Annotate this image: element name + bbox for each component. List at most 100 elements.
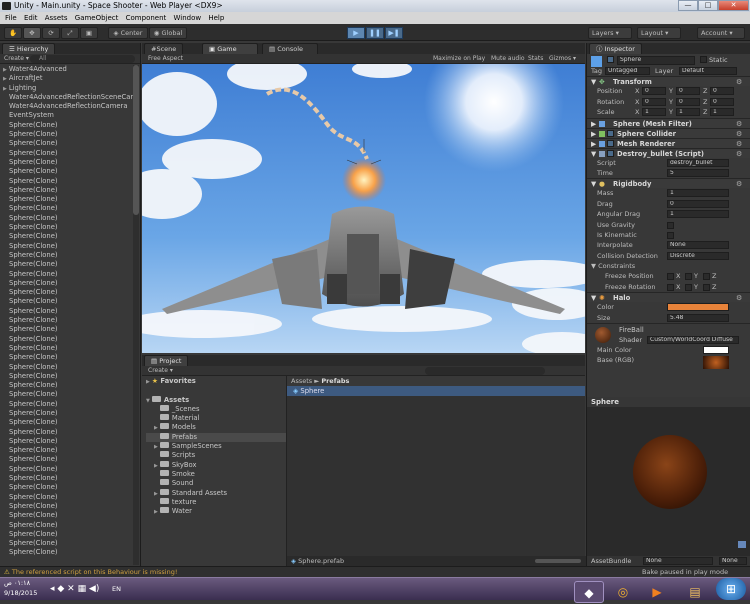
transform-z-input[interactable]: 1 — [710, 108, 734, 117]
folder-item[interactable]: ▶ SampleScenes — [146, 442, 286, 451]
icon-size-slider[interactable] — [535, 559, 581, 563]
folder-item[interactable]: ▶texture — [146, 497, 286, 507]
gizmos-dropdown[interactable]: Gizmos ▾ — [549, 54, 576, 64]
drag-input[interactable]: 0 — [667, 199, 729, 208]
menu-assets[interactable]: Assets — [45, 14, 68, 22]
hierarchy-item-clone[interactable]: Sphere(Clone) — [0, 511, 140, 520]
shader-dropdown[interactable]: Custom/WorldCoord Diffuse — [647, 336, 739, 345]
folder-item[interactable]: ▶_Scenes — [146, 404, 286, 414]
folder-item[interactable]: ▶ Water — [146, 507, 286, 516]
rotate-tool-icon[interactable]: ⟳ — [42, 27, 60, 39]
layers-dropdown[interactable]: Layers ▾ — [588, 27, 632, 39]
constraints-row[interactable]: ▼ Constraints — [587, 261, 750, 271]
hierarchy-item-clone[interactable]: Sphere(Clone) — [0, 353, 140, 362]
hierarchy-item-clone[interactable]: Sphere(Clone) — [0, 548, 140, 557]
hierarchy-scrollbar[interactable] — [133, 65, 139, 565]
expand-arrow-icon[interactable]: ▶ — [154, 463, 158, 469]
hierarchy-item-clone[interactable]: Sphere(Clone) — [0, 149, 140, 158]
hierarchy-item-clone[interactable]: Sphere(Clone) — [0, 483, 140, 492]
expand-arrow-icon[interactable]: ▶ — [154, 509, 158, 515]
freeze-pos-y-checkbox[interactable] — [685, 273, 692, 281]
hierarchy-item-clone[interactable]: Sphere(Clone) — [0, 474, 140, 483]
object-name-input[interactable]: Sphere — [617, 56, 695, 65]
tab-game[interactable]: ▣ Game — [202, 43, 258, 54]
halo-color-swatch[interactable] — [667, 303, 729, 312]
hierarchy-item-clone[interactable]: Sphere(Clone) — [0, 242, 140, 251]
hierarchy-item-clone[interactable]: Sphere(Clone) — [0, 325, 140, 334]
hierarchy-item-clone[interactable]: Sphere(Clone) — [0, 260, 140, 269]
pivot-center-button[interactable]: ◈ Center — [108, 27, 148, 39]
interpolate-dropdown[interactable]: None — [667, 241, 729, 250]
assets-node[interactable]: ▼ Assets — [146, 395, 286, 405]
active-checkbox[interactable] — [607, 56, 614, 63]
favorites-node[interactable]: ▶ ★ Favorites — [146, 377, 286, 386]
assetbundle-variant-dropdown[interactable]: None — [719, 557, 747, 565]
gear-icon[interactable]: ⚙ — [736, 295, 744, 302]
gear-icon[interactable]: ⚙ — [736, 120, 744, 128]
transform-header[interactable]: ▼ ✥ Transform ⚙ — [587, 76, 750, 87]
hierarchy-item-clone[interactable]: Sphere(Clone) — [0, 167, 140, 176]
hierarchy-item-clone[interactable]: Sphere(Clone) — [0, 493, 140, 502]
gear-icon[interactable]: ⚙ — [736, 150, 744, 158]
hierarchy-item-clone[interactable]: Sphere(Clone) — [0, 204, 140, 213]
layout-dropdown[interactable]: Layout ▾ — [637, 27, 681, 39]
language-indicator[interactable]: EN — [112, 585, 121, 593]
gear-icon[interactable]: ⚙ — [736, 181, 744, 188]
static-checkbox[interactable] — [700, 56, 707, 63]
close-button[interactable]: ✕ — [718, 0, 749, 11]
hierarchy-item[interactable]: EventSystem — [0, 111, 140, 120]
hierarchy-item-clone[interactable]: Sphere(Clone) — [0, 223, 140, 232]
tab-console[interactable]: ▤ Console — [262, 43, 318, 54]
hierarchy-item-clone[interactable]: Sphere(Clone) — [0, 177, 140, 186]
pause-button[interactable]: ❚❚ — [366, 27, 384, 39]
hierarchy-item-clone[interactable]: Sphere(Clone) — [0, 409, 140, 418]
expand-arrow-icon[interactable]: ▶ — [3, 86, 7, 92]
hierarchy-item-clone[interactable]: Sphere(Clone) — [0, 139, 140, 148]
component-header[interactable]: ▶ Sphere Collider ⚙ — [587, 127, 750, 138]
folder-item[interactable]: ▶Prefabs — [146, 432, 286, 443]
hierarchy-item-clone[interactable]: Sphere(Clone) — [0, 232, 140, 241]
gear-icon[interactable]: ⚙ — [736, 130, 744, 138]
menu-edit[interactable]: Edit — [24, 14, 38, 22]
folder-item[interactable]: ▶Smoke — [146, 469, 286, 479]
gear-icon[interactable]: ⚙ — [736, 140, 744, 148]
hierarchy-item[interactable]: ▶ Water4Advanced — [0, 65, 140, 74]
start-button-icon[interactable]: ⊞ — [716, 578, 746, 600]
hierarchy-item-clone[interactable]: Sphere(Clone) — [0, 344, 140, 353]
maximize-button[interactable]: □ — [698, 0, 718, 11]
maximize-on-play-toggle[interactable]: Maximize on Play — [433, 54, 485, 64]
project-search-input[interactable] — [425, 367, 545, 375]
hierarchy-item-clone[interactable]: Sphere(Clone) — [0, 195, 140, 204]
stats-toggle[interactable]: Stats — [528, 54, 543, 64]
angular-drag-input[interactable]: 1 — [667, 210, 729, 219]
hierarchy-item-clone[interactable]: Sphere(Clone) — [0, 288, 140, 297]
tag-dropdown[interactable]: Untagged — [605, 67, 650, 75]
main-color-swatch[interactable] — [703, 346, 729, 355]
folder-item[interactable]: ▶ Models — [146, 423, 286, 432]
hierarchy-item[interactable]: ▶ AircraftJet — [0, 74, 140, 83]
collision-dropdown[interactable]: Discrete — [667, 251, 729, 260]
component-header[interactable]: ▼ Destroy_bullet (Script) ⚙ — [587, 147, 750, 158]
assetbundle-dropdown[interactable]: None — [643, 557, 713, 565]
status-warning-text[interactable]: The referenced script on this Behaviour … — [12, 568, 178, 576]
hierarchy-item-clone[interactable]: Sphere(Clone) — [0, 530, 140, 539]
folder-item[interactable]: ▶ SkyBox — [146, 460, 286, 470]
transform-y-input[interactable]: 0 — [676, 97, 700, 106]
folder-item[interactable]: ▶ Standard Assets — [146, 488, 286, 498]
collapse-arrow-icon[interactable]: ▼ — [146, 398, 150, 404]
hierarchy-item-clone[interactable]: Sphere(Clone) — [0, 297, 140, 306]
game-view[interactable] — [142, 64, 585, 353]
hierarchy-item-clone[interactable]: Sphere(Clone) — [0, 335, 140, 344]
hierarchy-item-clone[interactable]: Sphere(Clone) — [0, 437, 140, 446]
breadcrumb-current[interactable]: Prefabs — [321, 377, 349, 385]
component-enabled-checkbox[interactable] — [607, 139, 614, 147]
menu-window[interactable]: Window — [174, 14, 202, 22]
hierarchy-item[interactable]: ▶ Lighting — [0, 84, 140, 93]
project-create-button[interactable]: Create ▾ — [148, 367, 173, 374]
rigidbody-header[interactable]: ▼ ● Rigidbody ⚙ — [587, 178, 750, 189]
menu-help[interactable]: Help — [208, 14, 224, 22]
script-field[interactable]: destroy_bullet — [667, 158, 729, 167]
hierarchy-item-clone[interactable]: Sphere(Clone) — [0, 270, 140, 279]
hierarchy-item-clone[interactable]: Sphere(Clone) — [0, 428, 140, 437]
menu-component[interactable]: Component — [126, 14, 167, 22]
